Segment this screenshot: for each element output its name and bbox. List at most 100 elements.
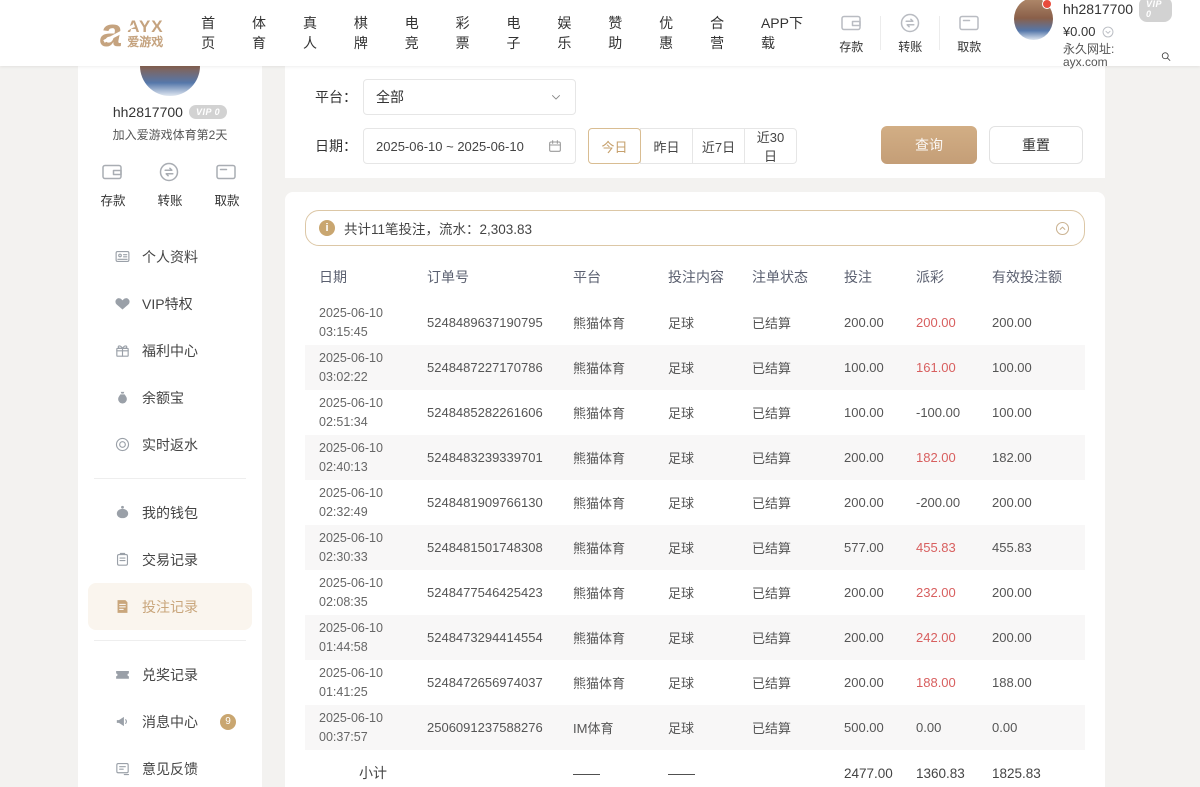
cell-content: 足球 <box>668 358 752 377</box>
nav-item-10[interactable]: 合营 <box>697 13 748 53</box>
range-button-0[interactable]: 今日 <box>588 128 641 164</box>
nav-item-7[interactable]: 娱乐 <box>544 13 595 53</box>
cell-content: 足球 <box>668 538 752 557</box>
sidebar-item-rebate[interactable]: 实时返水 <box>78 421 262 468</box>
cell-date: 2025-06-1003:15:45 <box>319 304 427 340</box>
column-header: 日期 <box>319 267 427 287</box>
sidebar-withdraw-button[interactable]: 取款 <box>214 160 240 209</box>
cell-order: 5248473294414554 <box>427 630 573 645</box>
sidebar-item-wallet[interactable]: 我的钱包 <box>78 489 262 536</box>
platform-select[interactable]: 全部 <box>363 79 576 115</box>
page: a AYX 爱游戏 首页体育真人棋牌电竞彩票电子娱乐赞助优惠合营APP下载 存款… <box>0 0 1200 787</box>
sidebar-username: hh2817700 <box>113 104 183 120</box>
cell-order: 5248477546425423 <box>427 585 573 600</box>
sidebar-item-label: 我的钱包 <box>142 503 198 523</box>
sidebar-item-vip[interactable]: VIP特权 <box>78 280 262 327</box>
sidebar-item-redeem[interactable]: 兑奖记录 <box>78 651 262 698</box>
cell-order: 5248485282261606 <box>427 405 573 420</box>
table-row: 2025-06-1002:51:345248485282261606熊猫体育足球… <box>305 390 1085 435</box>
cell-order: 5248481501748308 <box>427 540 573 555</box>
cell-status: 已结算 <box>752 718 844 737</box>
user-box[interactable]: hh2817700 VIP 0 ¥0.00 永久网址: ayx.com <box>1014 0 1172 70</box>
range-button-2[interactable]: 近7日 <box>692 128 745 164</box>
cell-status: 已结算 <box>752 358 844 377</box>
reset-button[interactable]: 重置 <box>989 126 1083 164</box>
cell-status: 已结算 <box>752 448 844 467</box>
withdraw-icon <box>957 11 981 35</box>
cell-date: 2025-06-1001:44:58 <box>319 619 427 655</box>
search-icon[interactable] <box>1160 50 1172 63</box>
deposit-icon <box>839 11 863 35</box>
quick-range-group: 今日昨日近7日近30日 <box>588 128 797 164</box>
sidebar-menu: 个人资料VIP特权福利中心余额宝实时返水我的钱包交易记录投注记录兑奖记录消息中心… <box>78 233 262 787</box>
cell-bet: 500.00 <box>844 720 916 735</box>
sidebar-vip-badge: VIP 0 <box>189 105 227 119</box>
nav-item-2[interactable]: 真人 <box>289 13 340 53</box>
brand-logo[interactable]: a AYX 爱游戏 <box>100 16 164 50</box>
sidebar-item-transactions[interactable]: 交易记录 <box>78 536 262 583</box>
cell-date: 2025-06-1002:40:13 <box>319 439 427 475</box>
main-nav: 首页体育真人棋牌电竞彩票电子娱乐赞助优惠合营APP下载 <box>188 13 823 53</box>
site-url: 永久网址: ayx.com <box>1063 43 1154 71</box>
notification-dot <box>1042 0 1052 9</box>
sidebar-item-messages[interactable]: 消息中心9 <box>78 698 262 745</box>
sidebar-item-label: 消息中心 <box>142 712 198 732</box>
username: hh2817700 <box>1063 1 1133 17</box>
sidebar-item-label: 实时返水 <box>142 435 198 455</box>
range-button-1[interactable]: 昨日 <box>640 128 693 164</box>
nav-item-9[interactable]: 优惠 <box>646 13 697 53</box>
cell-date: 2025-06-1001:41:25 <box>319 664 427 700</box>
cell-bet: 200.00 <box>844 495 916 510</box>
info-icon: i <box>319 220 335 236</box>
avatar[interactable] <box>1014 0 1053 40</box>
cell-date: 2025-06-1000:37:57 <box>319 709 427 745</box>
column-header: 派彩 <box>916 267 992 287</box>
date-label: 日期： <box>315 136 363 156</box>
nav-item-1[interactable]: 体育 <box>239 13 290 53</box>
feedback-icon <box>114 760 131 777</box>
sidebar-item-yuebao[interactable]: 余额宝 <box>78 374 262 421</box>
nav-item-4[interactable]: 电竞 <box>391 13 442 53</box>
cell-platform: 熊猫体育 <box>573 583 668 602</box>
sidebar-item-welfare[interactable]: 福利中心 <box>78 327 262 374</box>
collapse-icon[interactable] <box>1054 220 1071 237</box>
nav-item-8[interactable]: 赞助 <box>595 13 646 53</box>
filter-panel: 平台： 全部 日期： 2025-06-10 ~ 2025-06-10 今日昨日近… <box>285 66 1105 178</box>
table-row: 2025-06-1003:15:455248489637190795熊猫体育足球… <box>305 300 1085 345</box>
rebate-icon <box>114 436 131 453</box>
cell-date: 2025-06-1002:30:33 <box>319 529 427 565</box>
nav-item-0[interactable]: 首页 <box>188 13 239 53</box>
deposit-button[interactable]: 存款 <box>822 11 880 55</box>
transfer-button[interactable]: 转账 <box>881 11 939 55</box>
refresh-balance-icon[interactable] <box>1101 25 1115 39</box>
sidebar-deposit-button[interactable]: 存款 <box>100 160 126 209</box>
sidebar-item-bets[interactable]: 投注记录 <box>88 583 252 630</box>
subtotal-bet: 2477.00 <box>844 766 916 781</box>
cell-status: 已结算 <box>752 403 844 422</box>
sidebar-transfer-button[interactable]: 转账 <box>157 160 183 209</box>
range-button-3[interactable]: 近30日 <box>744 128 797 164</box>
logo-icon: a <box>100 16 120 50</box>
top-header: a AYX 爱游戏 首页体育真人棋牌电竞彩票电子娱乐赞助优惠合营APP下载 存款… <box>0 0 1200 66</box>
nav-item-5[interactable]: 彩票 <box>442 13 493 53</box>
nav-item-3[interactable]: 棋牌 <box>340 13 391 53</box>
cell-content: 足球 <box>668 448 752 467</box>
sidebar-item-profile[interactable]: 个人资料 <box>78 233 262 280</box>
search-button[interactable]: 查询 <box>881 126 977 164</box>
cell-bet: 200.00 <box>844 450 916 465</box>
date-range-input[interactable]: 2025-06-10 ~ 2025-06-10 <box>363 128 576 164</box>
cell-valid: 200.00 <box>992 585 1083 600</box>
cell-platform: 熊猫体育 <box>573 673 668 692</box>
cell-content: 足球 <box>668 313 752 332</box>
nav-item-11[interactable]: APP下载 <box>747 13 822 53</box>
joined-days: 加入爱游戏体育第2天 <box>78 126 262 143</box>
transfer-icon <box>898 11 922 35</box>
cell-payout: 455.83 <box>916 540 992 555</box>
cell-platform: 熊猫体育 <box>573 313 668 332</box>
cell-valid: 200.00 <box>992 630 1083 645</box>
withdraw-button[interactable]: 取款 <box>940 11 998 55</box>
nav-item-6[interactable]: 电子 <box>493 13 544 53</box>
cell-status: 已结算 <box>752 313 844 332</box>
cell-content: 足球 <box>668 673 752 692</box>
sidebar-item-feedback[interactable]: 意见反馈 <box>78 745 262 787</box>
